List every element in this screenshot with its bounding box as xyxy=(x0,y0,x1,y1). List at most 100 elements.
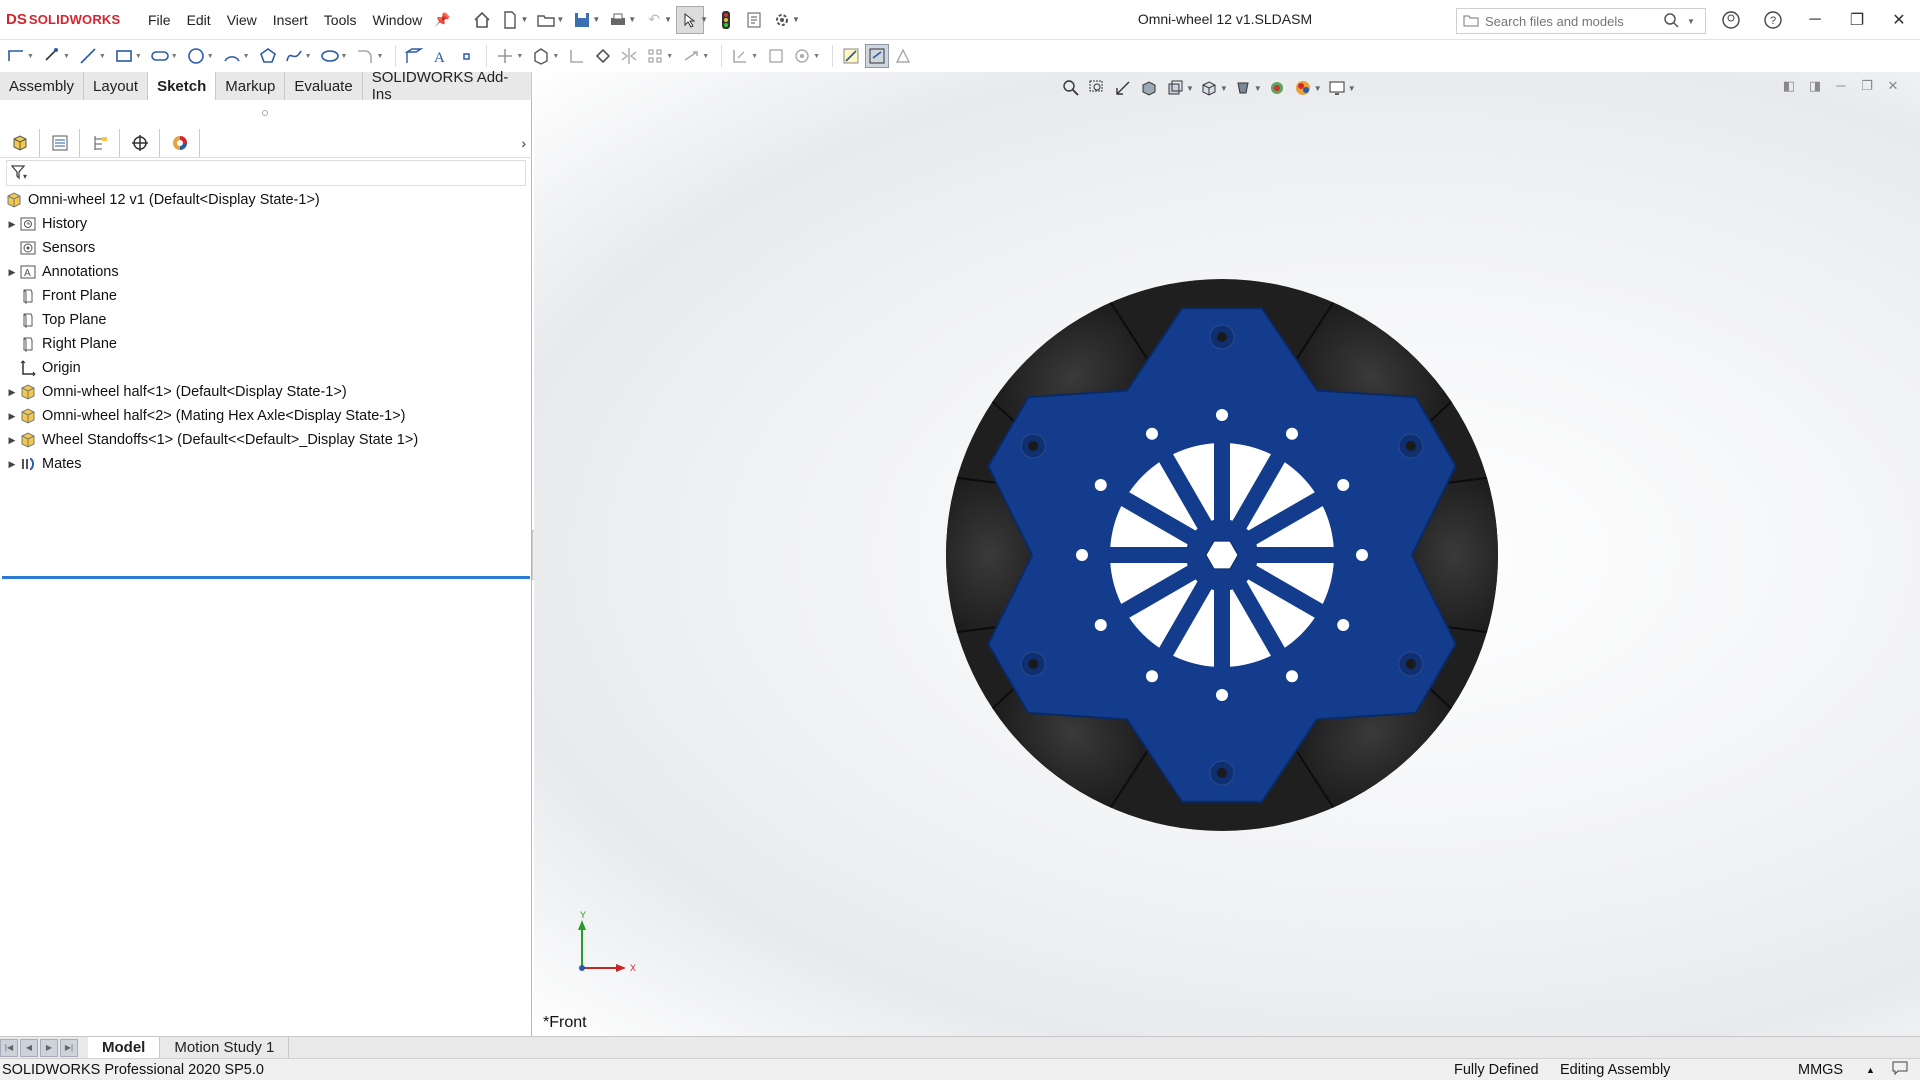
plane-tool-icon[interactable] xyxy=(402,44,426,68)
spline-icon[interactable] xyxy=(282,44,306,68)
property-manager-tab-icon[interactable] xyxy=(40,128,80,157)
units-dropdown-icon[interactable]: ▲ xyxy=(1866,1065,1875,1075)
rectangle-dropdown-icon[interactable]: ▼ xyxy=(135,53,142,60)
tree-item-right-plane[interactable]: Right Plane xyxy=(0,332,530,356)
status-chat-icon[interactable] xyxy=(1892,1061,1908,1079)
feature-manager-tab-icon[interactable] xyxy=(0,128,40,157)
undo-dropdown-icon[interactable]: ▼ xyxy=(664,15,672,24)
offset-entities-icon[interactable] xyxy=(565,44,589,68)
tab-sketch[interactable]: Sketch xyxy=(148,72,217,100)
menu-window[interactable]: Window xyxy=(364,12,430,28)
circle-icon[interactable] xyxy=(184,44,208,68)
panel-expand-chevron-icon[interactable]: › xyxy=(521,135,526,151)
point-icon[interactable] xyxy=(454,44,478,68)
rectangle-icon[interactable] xyxy=(112,44,136,68)
menu-insert[interactable]: Insert xyxy=(265,12,316,28)
search-icon[interactable] xyxy=(1663,12,1679,31)
trim-dropdown-icon[interactable]: ▼ xyxy=(516,53,523,60)
viewport-restore-icon[interactable]: ❐ xyxy=(1854,78,1880,94)
viewport-split-left-icon[interactable]: ◧ xyxy=(1776,78,1802,94)
tree-item-wheel-standoffs[interactable]: ▶ Wheel Standoffs<1> (Default<<Default>_… xyxy=(0,428,530,452)
account-icon[interactable] xyxy=(1710,0,1752,40)
expand-arrow-icon[interactable]: ▶ xyxy=(6,459,18,470)
zoom-to-area-icon[interactable] xyxy=(1086,77,1108,99)
tab-addins[interactable]: SOLIDWORKS Add-Ins xyxy=(362,69,532,103)
minimize-icon[interactable]: ─ xyxy=(1794,0,1836,40)
tree-item-front-plane[interactable]: Front Plane xyxy=(0,284,530,308)
status-units[interactable]: MMGS xyxy=(1798,1062,1843,1078)
appearance-dropdown-icon[interactable]: ▼ xyxy=(1314,84,1322,93)
close-icon[interactable]: ✕ xyxy=(1878,0,1920,40)
prev-tab-nav-icon[interactable]: ◀ xyxy=(20,1038,38,1057)
pattern-dropdown-icon[interactable]: ▼ xyxy=(666,53,673,60)
exit-sketch-icon[interactable] xyxy=(839,44,863,68)
display-relations-icon[interactable] xyxy=(728,44,752,68)
last-tab-nav-icon[interactable]: ▶| xyxy=(60,1038,78,1057)
menu-view[interactable]: View xyxy=(219,12,265,28)
search-dropdown-icon[interactable]: ▼ xyxy=(1687,17,1695,26)
panel-grip-icon[interactable] xyxy=(262,110,268,116)
edit-appearance-icon[interactable] xyxy=(1292,77,1314,99)
move-entities-icon[interactable] xyxy=(679,44,703,68)
tree-item-omni-half-2[interactable]: ▶ Omni-wheel half<2> (Mating Hex Axle<Di… xyxy=(0,404,530,428)
rapid-sketch-icon[interactable] xyxy=(865,44,889,68)
fillet-dropdown-icon[interactable]: ▼ xyxy=(376,53,383,60)
slot-dropdown-icon[interactable]: ▼ xyxy=(171,53,178,60)
section-view-icon[interactable] xyxy=(1138,77,1160,99)
text-tool-icon[interactable]: A xyxy=(428,44,452,68)
convert-dropdown-icon[interactable]: ▼ xyxy=(552,53,559,60)
tab-layout[interactable]: Layout xyxy=(84,72,149,100)
expand-arrow-icon[interactable]: ▶ xyxy=(6,267,18,278)
options-dropdown-icon[interactable]: ▼ xyxy=(792,15,800,24)
orientation-dropdown-icon[interactable]: ▼ xyxy=(1220,84,1228,93)
fillet-icon[interactable] xyxy=(353,44,377,68)
mirror-entities-icon[interactable] xyxy=(617,44,641,68)
tree-item-omni-half-1[interactable]: ▶ Omni-wheel half<1> (Default<Display St… xyxy=(0,380,530,404)
help-icon[interactable]: ? xyxy=(1752,0,1794,40)
viewport-close-icon[interactable]: ✕ xyxy=(1880,78,1906,94)
tree-item-top-plane[interactable]: Top Plane xyxy=(0,308,530,332)
dimxpert-tab-icon[interactable] xyxy=(120,128,160,157)
offset-surface-icon[interactable] xyxy=(591,44,615,68)
previous-view-icon[interactable] xyxy=(1112,77,1134,99)
pin-menu-icon[interactable]: 📌 xyxy=(434,12,450,28)
view-dropdown-icon[interactable]: ▼ xyxy=(1186,84,1194,93)
file-properties-icon[interactable] xyxy=(740,6,768,34)
tab-assembly[interactable]: Assembly xyxy=(0,72,85,100)
circle-dropdown-icon[interactable]: ▼ xyxy=(207,53,214,60)
zoom-to-fit-icon[interactable] xyxy=(1060,77,1082,99)
trim-entities-icon[interactable] xyxy=(493,44,517,68)
display-style-icon[interactable] xyxy=(1232,77,1254,99)
convert-entities-icon[interactable] xyxy=(529,44,553,68)
traffic-light-icon[interactable] xyxy=(712,6,740,34)
expand-arrow-icon[interactable]: ▶ xyxy=(6,435,18,446)
spline-dropdown-icon[interactable]: ▼ xyxy=(305,53,312,60)
line-dropdown-icon[interactable]: ▼ xyxy=(99,53,106,60)
relations-dropdown-icon[interactable]: ▼ xyxy=(751,53,758,60)
rollback-bar[interactable] xyxy=(2,576,530,579)
smart-dimension-icon[interactable] xyxy=(40,44,64,68)
dynamic-annotation-icon[interactable] xyxy=(1164,77,1186,99)
tab-motion-study[interactable]: Motion Study 1 xyxy=(160,1036,290,1059)
arc-icon[interactable] xyxy=(220,44,244,68)
slot-icon[interactable] xyxy=(148,44,172,68)
filter-funnel-icon[interactable]: ▾ xyxy=(10,164,29,183)
sketch-dropdown-icon[interactable]: ▼ xyxy=(27,53,34,60)
expand-arrow-icon[interactable]: ▶ xyxy=(6,387,18,398)
ellipse-icon[interactable] xyxy=(318,44,342,68)
expand-arrow-icon[interactable]: ▶ xyxy=(6,219,18,230)
viewport-split-right-icon[interactable]: ◨ xyxy=(1802,78,1828,94)
omni-wheel-model[interactable] xyxy=(942,275,1502,835)
snaps-dropdown-icon[interactable]: ▼ xyxy=(813,53,820,60)
configuration-manager-tab-icon[interactable] xyxy=(80,128,120,157)
line-sketch-icon[interactable] xyxy=(4,44,28,68)
tree-item-origin[interactable]: Origin xyxy=(0,356,530,380)
tab-markup[interactable]: Markup xyxy=(216,72,286,100)
view-settings-icon[interactable] xyxy=(1326,77,1348,99)
tree-item-annotations[interactable]: ▶ A Annotations xyxy=(0,260,530,284)
hide-show-items-icon[interactable] xyxy=(1266,77,1288,99)
tree-item-mates[interactable]: ▶ Mates xyxy=(0,452,530,476)
tree-item-sensors[interactable]: Sensors xyxy=(0,236,530,260)
tree-filter[interactable]: ▾ xyxy=(6,160,526,186)
view-orientation-icon[interactable] xyxy=(1198,77,1220,99)
